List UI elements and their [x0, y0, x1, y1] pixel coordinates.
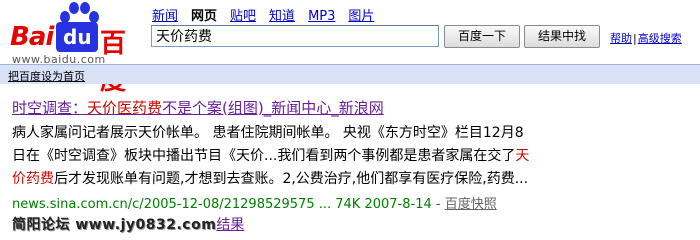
- search-tabs: 新闻 网页 贴吧 知道 MP3 图片: [152, 5, 387, 24]
- tab-web: 网页: [191, 9, 218, 24]
- result-url: news.sina.com.cn/c/2005-12-08/2129852957…: [12, 197, 445, 212]
- result-url-line: news.sina.com.cn/c/2005-12-08/2129852957…: [12, 193, 497, 212]
- tab-news[interactable]: 新闻: [152, 9, 178, 24]
- tab-zhidao[interactable]: 知道: [269, 9, 295, 24]
- snippet-line-3-text: 后才发现账单有问题,才想到去查账。2,公费治疗,他们都享有医疗保险,药费...: [54, 171, 529, 187]
- watermark-row: 简阳论坛 www.jy0832.com结果: [12, 214, 244, 234]
- tab-images[interactable]: 图片: [348, 9, 374, 24]
- homepage-bar: 把百度设为首页: [0, 64, 700, 84]
- snippet-highlight-2: 价药费: [12, 171, 54, 187]
- tab-tieba[interactable]: 贴吧: [230, 9, 256, 24]
- result-title-pre: 时空调查：: [12, 99, 88, 117]
- snippet-line-1: 病人家属问记者展示天价帐单。 患者住院期间帐单。 央视《东方时空》栏目12月8: [12, 125, 524, 141]
- result-title-highlight: 天价医药费: [87, 99, 163, 117]
- logo-text-chinese: 百度: [100, 29, 126, 96]
- result-title-post: 不是个案(组图)_新闻中心_新浪网: [162, 99, 384, 117]
- cache-snapshot-link[interactable]: 百度快照: [445, 197, 497, 212]
- snippet-highlight-1: 天: [515, 148, 530, 164]
- snippet-line-3: 价药费后才发现账单有问题,才想到去查账。2,公费治疗,他们都享有医疗保险,药费.…: [12, 168, 612, 191]
- result-snippet: 病人家属问记者展示天价帐单。 患者住院期间帐单。 央视《东方时空》栏目12月8 …: [12, 122, 612, 191]
- logo-text-latin: Bai: [10, 22, 54, 52]
- baidu-logo[interactable]: Bai du 百度 www.baidu.com: [6, 2, 146, 96]
- watermark-text: 简阳论坛 www.jy0832.com: [12, 217, 217, 233]
- snippet-line-2: 日在《时空调查》板块中播出节目《天价...我们看到两个事例都是患者家属在交了天: [12, 145, 612, 168]
- logo-text-du: du: [63, 25, 92, 49]
- result-title-link[interactable]: 时空调查：天价医药费不是个案(组图)_新闻中心_新浪网: [12, 97, 384, 118]
- tab-mp3[interactable]: MP3: [308, 9, 335, 24]
- search-button[interactable]: 百度一下: [444, 25, 520, 48]
- search-in-results-button[interactable]: 结果中找: [524, 25, 600, 48]
- snippet-line-2-text: 日在《时空调查》板块中播出节目《天价...我们看到两个事例都是患者家属在交了: [12, 148, 516, 164]
- search-input[interactable]: [151, 25, 439, 47]
- set-homepage-link[interactable]: 把百度设为首页: [8, 68, 85, 84]
- help-link[interactable]: 帮助: [610, 32, 632, 45]
- more-results-link[interactable]: 结果: [216, 217, 244, 233]
- advanced-search-link[interactable]: 高级搜索: [638, 32, 682, 45]
- side-links: 帮助|高级搜索: [610, 30, 682, 46]
- link-separator: |: [633, 32, 637, 45]
